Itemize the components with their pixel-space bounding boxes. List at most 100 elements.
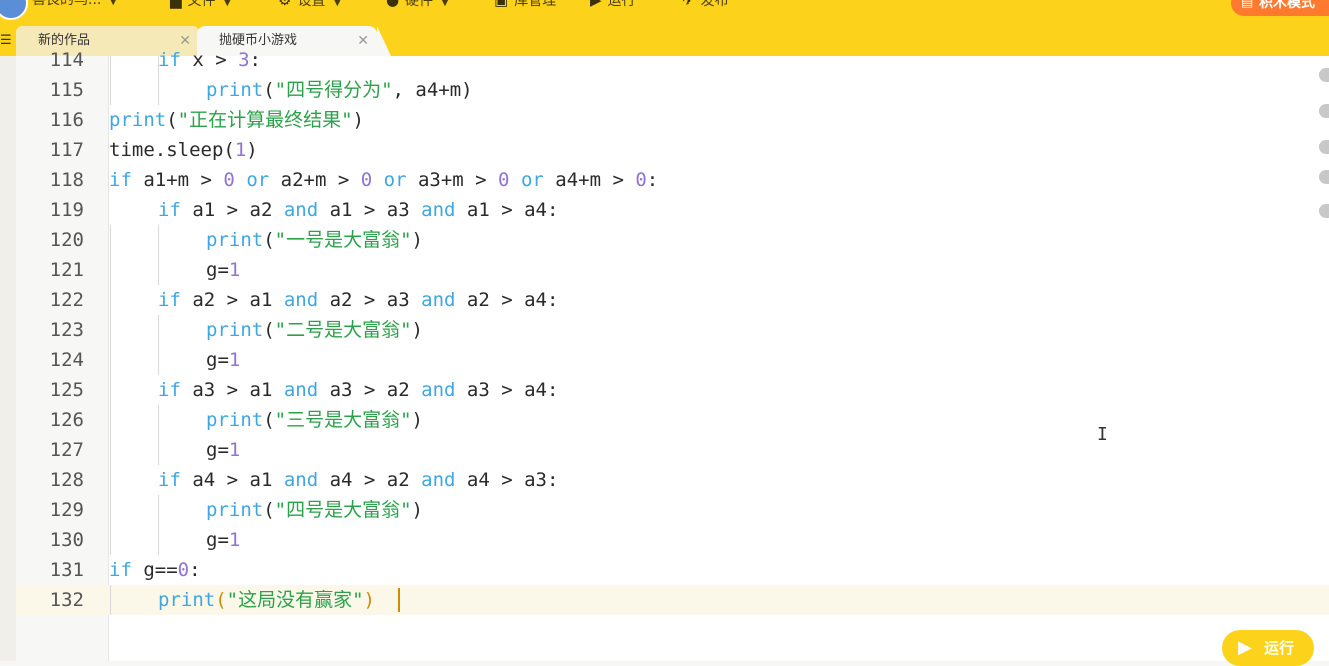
code-line: 116 print("正在计算最终结果"): [16, 105, 1329, 135]
string-literal: "一号是大富翁": [274, 229, 412, 251]
run-menu-label: 运行: [607, 0, 636, 9]
code-text: time.sleep(1): [109, 135, 258, 165]
indent-guide: [110, 225, 111, 555]
play-icon: ▶: [590, 0, 602, 9]
line-number: 115: [49, 79, 84, 101]
code-line: 117 time.sleep(1): [16, 135, 1329, 165]
code-line: 115 print("四号得分为", a4+m): [16, 75, 1329, 105]
blocks-icon: ▤: [1241, 0, 1254, 10]
line-number: 127: [49, 439, 84, 461]
line-number: 119: [49, 199, 84, 221]
chevron-down-icon: ▼: [109, 0, 118, 7]
tool-icon[interactable]: [1319, 104, 1329, 118]
code-text: g=1: [206, 439, 241, 461]
send-icon: ✈: [682, 0, 695, 9]
tool-icon[interactable]: [1319, 170, 1329, 184]
publish-menu[interactable]: ✈ 发布: [682, 0, 729, 12]
code-line: 131 if g==0:: [16, 555, 1329, 585]
tool-icon[interactable]: [1319, 204, 1329, 218]
line-number: 122: [49, 289, 84, 311]
code-text: g=1: [206, 259, 241, 281]
code-line: 128 if a4 > a1 and a4 > a2 and a4 > a3:: [16, 465, 1329, 495]
code-text: if a2 > a1 and a2 > a3 and a2 > a4:: [158, 289, 559, 311]
indent-guide: [158, 495, 159, 555]
tool-icon[interactable]: [1319, 140, 1329, 154]
code-rest: , a4+m): [392, 79, 473, 101]
number: 3: [238, 49, 250, 71]
string-literal: "四号是大富翁": [274, 499, 412, 521]
publish-menu-label: 发布: [700, 0, 729, 9]
code-text: print("一号是大富翁"): [206, 229, 423, 251]
gear-icon: ⚙: [278, 0, 292, 9]
code-text: print("四号得分为", a4+m): [206, 79, 473, 101]
library-icon: ▣: [494, 0, 509, 9]
code-line: 124 g=1: [16, 345, 1329, 375]
code-line: 122 if a2 > a1 and a2 > a3 and a2 > a4:: [16, 285, 1329, 315]
code-line: 120 print("一号是大富翁"): [16, 225, 1329, 255]
line-number: 128: [49, 469, 84, 491]
code-line-current: 132 print("这局没有赢家"): [16, 585, 1329, 615]
indent-guide: [158, 315, 159, 375]
line-number: 120: [49, 229, 84, 251]
user-name: 善良的乌...: [32, 0, 102, 8]
chevron-down-icon: ▼: [333, 0, 342, 8]
line-number: 116: [49, 109, 84, 131]
hardware-menu[interactable]: ● 硬件 ▼: [386, 0, 449, 12]
line-number: 130: [49, 529, 84, 551]
collapse-icon[interactable]: [1319, 68, 1329, 82]
code-text: if a1+m > 0 or a2+m > 0 or a3+m > 0 or a…: [109, 169, 659, 191]
code-text: print("二号是大富翁"): [206, 319, 423, 341]
code-text: if x > 3:: [158, 49, 261, 71]
code-line: 119 if a1 > a2 and a1 > a3 and a1 > a4:: [16, 195, 1329, 225]
line-number: 132: [49, 589, 84, 611]
code-text: if a3 > a1 and a3 > a2 and a3 > a4:: [158, 379, 559, 401]
indent-guide: [110, 56, 111, 105]
user-menu[interactable]: 善良的乌... ▼: [32, 0, 117, 12]
run-menu[interactable]: ▶ 运行: [590, 0, 636, 12]
folder-icon: ▆: [170, 0, 182, 9]
code-line: 118 if a1+m > 0 or a2+m > 0 or a3+m > 0 …: [16, 165, 1329, 195]
settings-menu-label: 设置: [297, 0, 326, 9]
indent-guide: [158, 56, 159, 105]
number: 1: [234, 139, 247, 161]
indent-guide: [158, 225, 159, 285]
code-text: g=1: [206, 529, 241, 551]
line-number: 131: [49, 559, 84, 581]
chevron-down-icon: ▼: [223, 0, 232, 8]
library-menu[interactable]: ▣ 库管理: [494, 0, 556, 12]
file-menu[interactable]: ▆ 文件 ▼: [170, 0, 231, 12]
block-mode-label: 积木模式: [1259, 0, 1315, 11]
left-panel-strip: ☰: [0, 34, 16, 661]
code-line: 130 g=1: [16, 525, 1329, 555]
code-part: ): [246, 139, 258, 161]
function-name: print: [206, 79, 264, 101]
string-literal: "这局没有赢家": [226, 589, 364, 611]
settings-menu[interactable]: ⚙ 设置 ▼: [278, 0, 341, 12]
code-part: time.sleep(: [109, 139, 235, 161]
ibeam-cursor-icon: I: [1097, 424, 1108, 445]
code-text: if a4 > a1 and a4 > a2 and a4 > a3:: [158, 469, 559, 491]
file-menu-label: 文件: [187, 0, 216, 9]
indent-guide: [110, 585, 111, 615]
line-number: 118: [49, 169, 84, 191]
keyword: if: [158, 49, 181, 71]
line-number: 117: [49, 139, 84, 161]
block-mode-button[interactable]: ▤ 积木模式: [1231, 0, 1329, 16]
code-line: 127 g=1: [16, 435, 1329, 465]
run-button-label: 运行: [1264, 639, 1295, 657]
line-number: 125: [49, 379, 84, 401]
menu-bar: 善良的乌... ▼ ▆ 文件 ▼ ⚙ 设置 ▼ ● 硬件 ▼ ▣ 库管理 ▶ 运行 ✈ 发布: [0, 0, 1329, 12]
chevron-down-icon: ▼: [441, 0, 449, 8]
code-line: 129 print("四号是大富翁"): [16, 495, 1329, 525]
code-text: print("正在计算最终结果"): [109, 109, 364, 131]
hardware-menu-label: 硬件: [405, 0, 434, 9]
code-text: print("这局没有赢家"): [158, 589, 375, 611]
string-literal: "二号是大富翁": [274, 319, 412, 341]
line-number: 126: [49, 409, 84, 431]
line-number: 124: [49, 349, 84, 371]
robot-icon: ●: [386, 0, 400, 9]
code-text: if a1 > a2 and a1 > a3 and a1 > a4:: [158, 199, 559, 221]
line-number: 114: [49, 49, 84, 71]
text-cursor: [398, 588, 400, 612]
list-icon[interactable]: ☰: [0, 34, 16, 48]
